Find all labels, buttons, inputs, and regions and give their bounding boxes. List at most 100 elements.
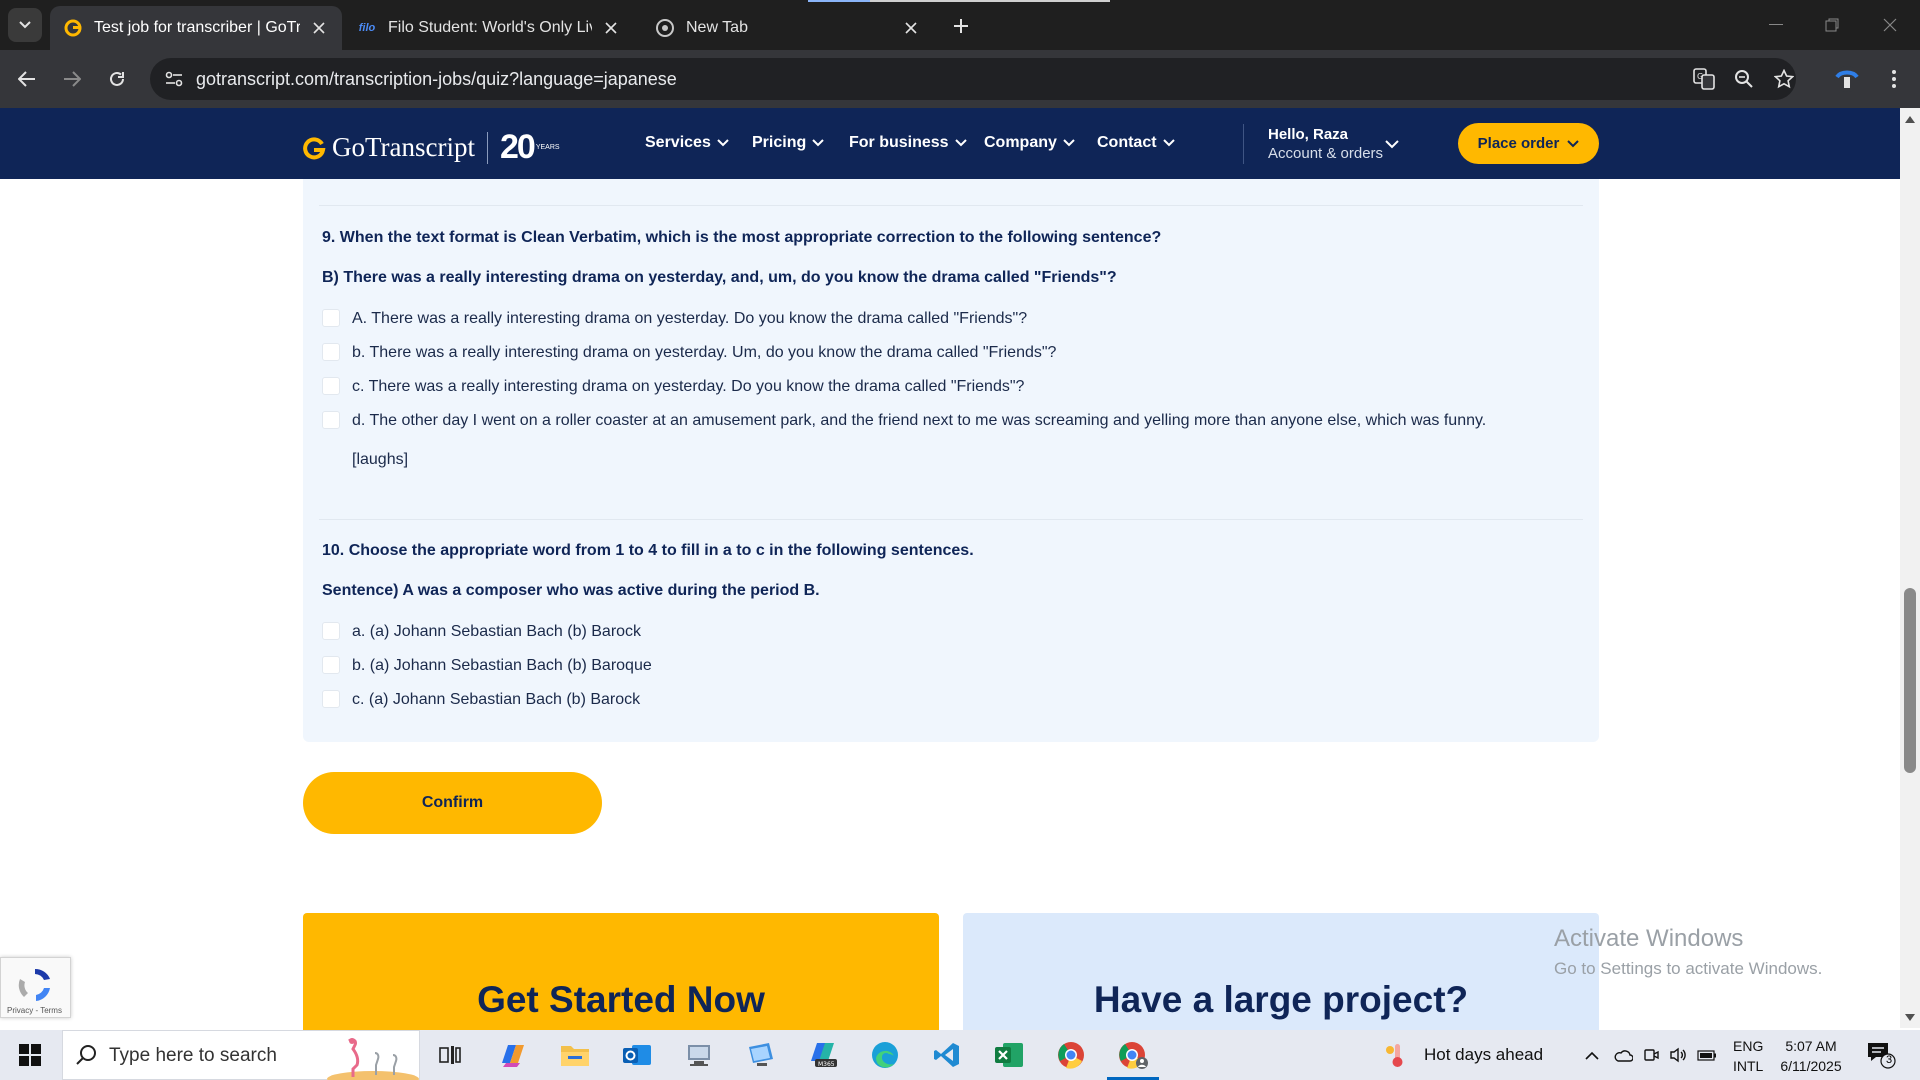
recaptcha-badge[interactable]: Privacy - Terms	[0, 957, 71, 1018]
chrome-icon	[1058, 1042, 1084, 1069]
q9-option-a[interactable]: A. There was a really interesting drama …	[322, 309, 1027, 329]
minimize-button[interactable]	[1756, 10, 1796, 40]
q9-option-d[interactable]: d. The other day I went on a roller coas…	[322, 411, 1486, 431]
checkbox[interactable]	[322, 309, 340, 327]
m365-icon: M365	[811, 1043, 837, 1068]
close-icon[interactable]	[310, 19, 328, 37]
vscode-app[interactable]	[929, 1037, 965, 1073]
nav-label: For business	[849, 134, 949, 151]
copilot-app[interactable]	[495, 1037, 531, 1073]
nav-contact[interactable]: Contact	[1097, 134, 1175, 152]
checkbox[interactable]	[322, 622, 340, 640]
get-started-card: Get Started Now	[303, 913, 939, 1030]
taskbar-search-box[interactable]: Type here to search	[62, 1030, 420, 1080]
restore-button[interactable]	[1812, 10, 1852, 40]
account-menu[interactable]: Hello, Raza Account & orders	[1268, 126, 1383, 162]
tab-gotranscript[interactable]: Test job for transcriber | GoTran	[50, 6, 342, 50]
address-bar[interactable]: gotranscript.com/transcription-jobs/quiz…	[150, 58, 1796, 100]
scroll-up-arrow-icon[interactable]	[1905, 114, 1915, 124]
checkbox[interactable]	[322, 377, 340, 395]
account-orders-link[interactable]: Account & orders	[1268, 145, 1383, 162]
weather-widget[interactable]: Hot days ahead	[1384, 1030, 1543, 1080]
task-view-button[interactable]	[432, 1037, 468, 1073]
q9-option-b[interactable]: b. There was a really interesting drama …	[322, 343, 1056, 363]
meet-now-icon[interactable]	[1638, 1047, 1664, 1063]
notification-center-button[interactable]: 3	[1866, 1041, 1896, 1074]
input-language-indicator[interactable]: ENG INTL	[1733, 1036, 1763, 1076]
outlook-app[interactable]	[619, 1037, 655, 1073]
browser-tab-strip: Test job for transcriber | GoTran filo F…	[0, 0, 1920, 50]
nav-company[interactable]: Company	[984, 134, 1075, 152]
activate-windows-watermark: Activate Windows Go to Settings to activ…	[1554, 925, 1822, 979]
reload-button[interactable]	[101, 63, 133, 95]
page-scrollbar[interactable]	[1900, 108, 1920, 1028]
recaptcha-links[interactable]: Privacy - Terms	[7, 1006, 62, 1015]
system-clock[interactable]: 5:07 AM 6/11/2025	[1776, 1036, 1846, 1076]
site-info-icon[interactable]	[162, 67, 186, 91]
back-button[interactable]	[11, 63, 43, 95]
tab-new-tab[interactable]: New Tab	[642, 6, 934, 50]
close-icon[interactable]	[902, 19, 920, 37]
url-text[interactable]: gotranscript.com/transcription-jobs/quiz…	[196, 69, 677, 90]
chevron-up-icon[interactable]	[1580, 1051, 1604, 1060]
edge-icon	[872, 1042, 898, 1068]
tab-loading-track	[870, 0, 1110, 2]
svg-text:M365: M365	[818, 1061, 835, 1068]
new-tab-button[interactable]	[948, 13, 974, 39]
edge-app[interactable]	[867, 1037, 903, 1073]
weather-text: Hot days ahead	[1424, 1045, 1544, 1064]
file-explorer-app[interactable]	[557, 1037, 593, 1073]
close-icon[interactable]	[602, 19, 620, 37]
network-app[interactable]	[681, 1037, 717, 1073]
volume-icon[interactable]	[1664, 1047, 1692, 1063]
desktop-app[interactable]	[743, 1037, 779, 1073]
chrome-app[interactable]	[1053, 1037, 1089, 1073]
checkbox[interactable]	[322, 690, 340, 708]
q10-option-b[interactable]: b. (a) Johann Sebastian Bach (b) Baroque	[322, 656, 652, 676]
checkbox[interactable]	[322, 411, 340, 429]
zoom-icon[interactable]	[1732, 67, 1756, 91]
excel-app[interactable]	[991, 1037, 1027, 1073]
onedrive-cloud-icon[interactable]	[1608, 1049, 1638, 1062]
site-logo[interactable]: GoTranscript 20 YEARS	[302, 128, 560, 167]
close-window-button[interactable]	[1870, 10, 1910, 40]
start-button[interactable]	[10, 1040, 50, 1070]
q9-option-c[interactable]: c. There was a really interesting drama …	[322, 377, 1024, 397]
browser-menu-button[interactable]	[1878, 63, 1910, 95]
forward-button[interactable]	[56, 63, 88, 95]
gotranscript-logo-icon	[303, 136, 326, 159]
anniversary-sub: YEARS	[535, 144, 560, 151]
windows-taskbar: Type here to search M365 Hot days ahead …	[0, 1030, 1920, 1080]
confirm-button[interactable]: Confirm	[303, 772, 602, 834]
vscode-icon	[934, 1043, 959, 1067]
chrome-profile-app[interactable]	[1107, 1037, 1159, 1080]
q10-option-c[interactable]: c. (a) Johann Sebastian Bach (b) Barock	[322, 690, 640, 710]
battery-icon[interactable]	[1692, 1049, 1722, 1061]
q9-option-d-continued: [laughs]	[352, 451, 409, 468]
tab-search-button[interactable]	[8, 8, 42, 42]
anniversary-badge: 20 YEARS	[500, 128, 560, 167]
nav-for-business[interactable]: For business	[849, 134, 967, 152]
chevron-down-icon[interactable]	[1385, 136, 1399, 154]
q10-option-a[interactable]: a. (a) Johann Sebastian Bach (b) Barock	[322, 622, 641, 642]
translate-icon[interactable]: G	[1692, 67, 1716, 91]
profile-avatar[interactable]	[1831, 63, 1863, 95]
option-label: c. (a) Johann Sebastian Bach (b) Barock	[352, 691, 641, 708]
thermometer-icon	[1386, 1044, 1403, 1067]
get-started-title: Get Started Now	[477, 979, 765, 1020]
bookmark-star-icon[interactable]	[1772, 67, 1796, 91]
anniversary-number: 20	[500, 128, 536, 166]
tab-filo[interactable]: filo Filo Student: World's Only Live I	[344, 6, 634, 50]
m365-app[interactable]: M365	[805, 1037, 841, 1073]
lang-line-2: INTL	[1733, 1058, 1764, 1074]
account-greeting: Hello, Raza	[1268, 126, 1349, 143]
checkbox[interactable]	[322, 343, 340, 361]
checkbox[interactable]	[322, 656, 340, 674]
question-separator	[319, 205, 1583, 206]
place-order-button[interactable]: Place order	[1458, 123, 1599, 164]
nav-pricing[interactable]: Pricing	[752, 134, 824, 152]
scroll-down-arrow-icon[interactable]	[1905, 1012, 1915, 1022]
scroll-thumb[interactable]	[1904, 588, 1916, 773]
nav-services[interactable]: Services	[645, 134, 729, 152]
task-view-icon	[439, 1046, 461, 1064]
